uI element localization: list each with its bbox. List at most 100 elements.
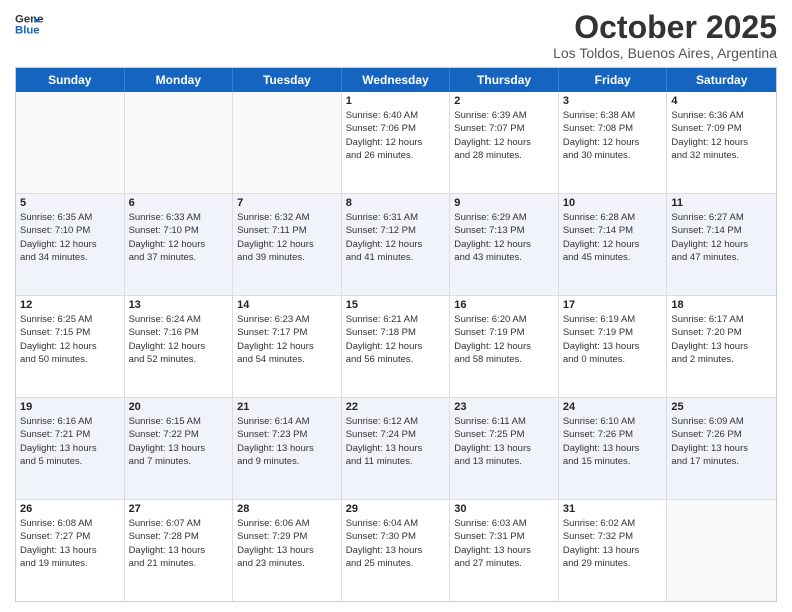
svg-text:General: General xyxy=(15,13,43,25)
day-cell-22: 22Sunrise: 6:12 AMSunset: 7:24 PMDayligh… xyxy=(342,398,451,499)
cell-text-line: Sunrise: 6:14 AM xyxy=(237,415,337,428)
cell-text-line: and 17 minutes. xyxy=(671,455,772,468)
cell-text-line: and 34 minutes. xyxy=(20,251,120,264)
calendar-row-5: 26Sunrise: 6:08 AMSunset: 7:27 PMDayligh… xyxy=(16,500,776,601)
cell-text-line: and 52 minutes. xyxy=(129,353,229,366)
cell-text-line: and 13 minutes. xyxy=(454,455,554,468)
day-number: 24 xyxy=(563,401,663,413)
cell-text-line: Sunset: 7:06 PM xyxy=(346,122,446,135)
day-cell-15: 15Sunrise: 6:21 AMSunset: 7:18 PMDayligh… xyxy=(342,296,451,397)
svg-text:Blue: Blue xyxy=(15,25,40,37)
day-number: 9 xyxy=(454,197,554,209)
day-number: 8 xyxy=(346,197,446,209)
cell-text-line: Sunrise: 6:15 AM xyxy=(129,415,229,428)
cell-text-line: and 0 minutes. xyxy=(563,353,663,366)
empty-cell xyxy=(16,92,125,193)
day-cell-21: 21Sunrise: 6:14 AMSunset: 7:23 PMDayligh… xyxy=(233,398,342,499)
day-cell-8: 8Sunrise: 6:31 AMSunset: 7:12 PMDaylight… xyxy=(342,194,451,295)
cell-text-line: and 23 minutes. xyxy=(237,557,337,570)
day-number: 10 xyxy=(563,197,663,209)
day-cell-29: 29Sunrise: 6:04 AMSunset: 7:30 PMDayligh… xyxy=(342,500,451,601)
cell-text-line: Sunrise: 6:20 AM xyxy=(454,313,554,326)
cell-text-line: and 37 minutes. xyxy=(129,251,229,264)
weekday-header-wednesday: Wednesday xyxy=(342,68,451,92)
cell-text-line: Sunset: 7:32 PM xyxy=(563,530,663,543)
day-number: 12 xyxy=(20,299,120,311)
day-number: 19 xyxy=(20,401,120,413)
cell-text-line: Daylight: 12 hours xyxy=(454,238,554,251)
cell-text-line: Sunrise: 6:25 AM xyxy=(20,313,120,326)
cell-text-line: Sunrise: 6:29 AM xyxy=(454,211,554,224)
cell-text-line: Daylight: 13 hours xyxy=(129,442,229,455)
day-cell-23: 23Sunrise: 6:11 AMSunset: 7:25 PMDayligh… xyxy=(450,398,559,499)
day-number: 20 xyxy=(129,401,229,413)
cell-text-line: Daylight: 12 hours xyxy=(237,340,337,353)
empty-cell xyxy=(233,92,342,193)
cell-text-line: and 9 minutes. xyxy=(237,455,337,468)
day-cell-19: 19Sunrise: 6:16 AMSunset: 7:21 PMDayligh… xyxy=(16,398,125,499)
day-number: 17 xyxy=(563,299,663,311)
day-cell-13: 13Sunrise: 6:24 AMSunset: 7:16 PMDayligh… xyxy=(125,296,234,397)
day-number: 26 xyxy=(20,503,120,515)
cell-text-line: Sunrise: 6:31 AM xyxy=(346,211,446,224)
cell-text-line: and 26 minutes. xyxy=(346,149,446,162)
cell-text-line: and 41 minutes. xyxy=(346,251,446,264)
cell-text-line: Daylight: 13 hours xyxy=(454,442,554,455)
day-cell-27: 27Sunrise: 6:07 AMSunset: 7:28 PMDayligh… xyxy=(125,500,234,601)
day-number: 5 xyxy=(20,197,120,209)
cell-text-line: Daylight: 13 hours xyxy=(346,442,446,455)
day-number: 21 xyxy=(237,401,337,413)
cell-text-line: Sunrise: 6:27 AM xyxy=(671,211,772,224)
cell-text-line: Sunset: 7:08 PM xyxy=(563,122,663,135)
cell-text-line: Sunset: 7:26 PM xyxy=(671,428,772,441)
cell-text-line: Sunset: 7:27 PM xyxy=(20,530,120,543)
day-number: 25 xyxy=(671,401,772,413)
cell-text-line: Daylight: 13 hours xyxy=(237,442,337,455)
day-number: 27 xyxy=(129,503,229,515)
cell-text-line: Sunrise: 6:38 AM xyxy=(563,109,663,122)
day-cell-6: 6Sunrise: 6:33 AMSunset: 7:10 PMDaylight… xyxy=(125,194,234,295)
weekday-header-saturday: Saturday xyxy=(667,68,776,92)
cell-text-line: Sunrise: 6:10 AM xyxy=(563,415,663,428)
cell-text-line: Daylight: 12 hours xyxy=(454,340,554,353)
calendar-header-row: SundayMondayTuesdayWednesdayThursdayFrid… xyxy=(16,68,776,92)
cell-text-line: Sunrise: 6:28 AM xyxy=(563,211,663,224)
cell-text-line: Daylight: 13 hours xyxy=(20,544,120,557)
cell-text-line: Sunset: 7:09 PM xyxy=(671,122,772,135)
calendar-body: 1Sunrise: 6:40 AMSunset: 7:06 PMDaylight… xyxy=(16,92,776,601)
cell-text-line: and 5 minutes. xyxy=(20,455,120,468)
cell-text-line: Daylight: 13 hours xyxy=(671,442,772,455)
cell-text-line: and 43 minutes. xyxy=(454,251,554,264)
day-number: 3 xyxy=(563,95,663,107)
cell-text-line: Daylight: 12 hours xyxy=(671,238,772,251)
day-number: 15 xyxy=(346,299,446,311)
cell-text-line: Sunrise: 6:32 AM xyxy=(237,211,337,224)
day-cell-14: 14Sunrise: 6:23 AMSunset: 7:17 PMDayligh… xyxy=(233,296,342,397)
cell-text-line: and 29 minutes. xyxy=(563,557,663,570)
cell-text-line: Daylight: 12 hours xyxy=(454,136,554,149)
cell-text-line: Sunrise: 6:23 AM xyxy=(237,313,337,326)
cell-text-line: Sunset: 7:21 PM xyxy=(20,428,120,441)
month-title: October 2025 xyxy=(553,10,777,45)
cell-text-line: Sunrise: 6:02 AM xyxy=(563,517,663,530)
weekday-header-sunday: Sunday xyxy=(16,68,125,92)
day-number: 31 xyxy=(563,503,663,515)
cell-text-line: and 50 minutes. xyxy=(20,353,120,366)
cell-text-line: Sunrise: 6:24 AM xyxy=(129,313,229,326)
cell-text-line: Sunrise: 6:39 AM xyxy=(454,109,554,122)
cell-text-line: Sunset: 7:24 PM xyxy=(346,428,446,441)
calendar: SundayMondayTuesdayWednesdayThursdayFrid… xyxy=(15,67,777,602)
cell-text-line: Sunset: 7:26 PM xyxy=(563,428,663,441)
calendar-row-3: 12Sunrise: 6:25 AMSunset: 7:15 PMDayligh… xyxy=(16,296,776,398)
cell-text-line: and 32 minutes. xyxy=(671,149,772,162)
title-block: October 2025 Los Toldos, Buenos Aires, A… xyxy=(553,10,777,61)
location-subtitle: Los Toldos, Buenos Aires, Argentina xyxy=(553,45,777,61)
cell-text-line: and 28 minutes. xyxy=(454,149,554,162)
day-cell-31: 31Sunrise: 6:02 AMSunset: 7:32 PMDayligh… xyxy=(559,500,668,601)
cell-text-line: Sunset: 7:17 PM xyxy=(237,326,337,339)
empty-cell xyxy=(125,92,234,193)
day-cell-12: 12Sunrise: 6:25 AMSunset: 7:15 PMDayligh… xyxy=(16,296,125,397)
cell-text-line: Daylight: 13 hours xyxy=(129,544,229,557)
cell-text-line: Sunset: 7:19 PM xyxy=(563,326,663,339)
day-cell-26: 26Sunrise: 6:08 AMSunset: 7:27 PMDayligh… xyxy=(16,500,125,601)
